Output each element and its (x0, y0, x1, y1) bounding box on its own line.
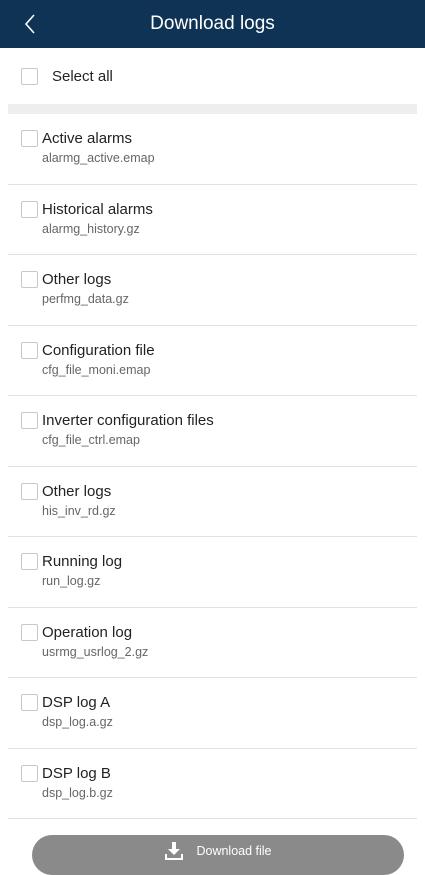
log-checkbox[interactable] (21, 482, 38, 500)
log-name: Other logs (42, 482, 112, 500)
select-all-row[interactable]: Select all (0, 48, 425, 104)
download-icon (165, 842, 184, 860)
list-item[interactable]: Running log run_log.gz (0, 537, 425, 608)
log-name: DSP log B (42, 764, 111, 782)
log-filename: dsp_log.b.gz (42, 785, 113, 800)
log-checkbox[interactable] (21, 200, 38, 218)
log-name: Other logs (42, 271, 112, 288)
top-bar: Download logs (0, 0, 425, 48)
log-checkbox[interactable] (21, 341, 38, 359)
list-item[interactable]: Historical alarms alarmg_history.gz (0, 185, 425, 255)
list-item[interactable]: DSP log B dsp_log.b.gz (0, 749, 425, 819)
log-filename: cfg_file_ctrl.emap (42, 433, 140, 447)
select-all-checkbox[interactable] (21, 67, 38, 85)
list-item[interactable]: Operation log usrmg_usrlog_2.gz (0, 608, 425, 678)
log-checkbox[interactable] (21, 130, 38, 147)
log-checkbox[interactable] (21, 553, 38, 570)
log-checkbox[interactable] (21, 412, 38, 429)
list-item[interactable]: Other logs his_inv_rd.gz (0, 467, 425, 537)
log-filename: run_log.gz (42, 574, 101, 588)
divider (8, 818, 417, 819)
log-checkbox[interactable] (21, 764, 38, 782)
log-name: Operation log (42, 623, 133, 641)
list-item[interactable]: Inverter configuration files cfg_file_ct… (0, 396, 425, 467)
log-filename: perfmg_data.gz (42, 292, 129, 306)
log-filename: alarmg_history.gz (42, 221, 140, 236)
log-checkbox[interactable] (21, 271, 38, 288)
section-separator (8, 104, 417, 114)
log-name: Configuration file (42, 341, 155, 359)
download-file-label: Download file (196, 844, 272, 858)
log-filename: alarmg_active.emap (42, 151, 155, 165)
log-name: Running log (42, 553, 123, 570)
log-name: Active alarms (42, 130, 133, 147)
page-title: Download logs (150, 13, 275, 34)
list-item[interactable]: Configuration file cfg_file_moni.emap (0, 326, 425, 396)
log-filename: cfg_file_moni.emap (42, 362, 151, 377)
log-filename: usrmg_usrlog_2.gz (42, 644, 149, 659)
select-all-label: Select all (52, 67, 113, 85)
download-file-button[interactable]: Download file (32, 835, 404, 875)
log-list: Active alarms alarmg_active.emap Histori… (0, 114, 425, 819)
log-filename: dsp_log.a.gz (42, 715, 113, 729)
list-item[interactable]: DSP log A dsp_log.a.gz (0, 678, 425, 749)
log-filename: his_inv_rd.gz (42, 503, 116, 518)
log-name: Historical alarms (42, 200, 153, 218)
list-item[interactable]: Active alarms alarmg_active.emap (0, 114, 425, 185)
list-item[interactable]: Other logs perfmg_data.gz (0, 255, 425, 326)
log-name: DSP log A (42, 694, 111, 711)
log-checkbox[interactable] (21, 623, 38, 641)
log-name: Inverter configuration files (42, 412, 214, 429)
log-checkbox[interactable] (21, 694, 38, 711)
